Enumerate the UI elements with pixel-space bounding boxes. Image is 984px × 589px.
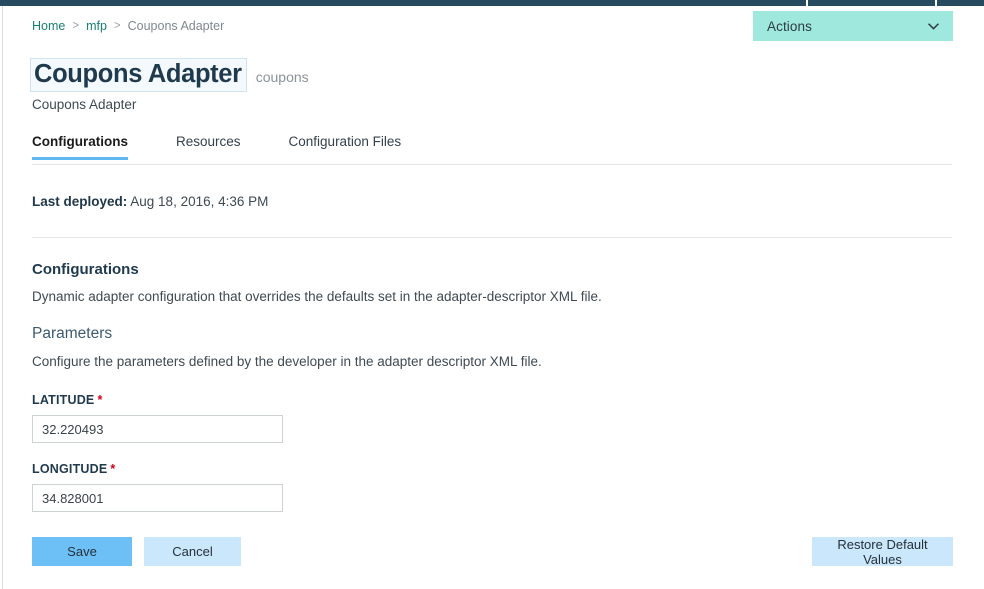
latitude-label: LATITUDE * xyxy=(32,393,103,407)
top-app-bar xyxy=(0,0,984,6)
section-title: Configurations xyxy=(32,261,139,278)
tab-bar: Configurations Resources Configuration F… xyxy=(32,134,401,160)
breadcrumb: Home > mfp > Coupons Adapter xyxy=(32,19,224,33)
tab-bar-underline xyxy=(32,164,952,165)
page-title-subtitle: coupons xyxy=(255,69,309,85)
latitude-label-text: LATITUDE xyxy=(32,393,95,407)
longitude-input[interactable] xyxy=(32,484,283,512)
topbar-segment xyxy=(0,0,806,6)
parameters-title: Parameters xyxy=(32,325,113,342)
chevron-down-icon xyxy=(928,22,939,30)
tab-resources[interactable]: Resources xyxy=(176,134,241,160)
topbar-segment xyxy=(808,0,935,6)
parameters-description: Configure the parameters defined by the … xyxy=(32,354,542,369)
content-left-border xyxy=(2,6,3,589)
breadcrumb-separator: > xyxy=(72,20,80,32)
last-deployed-row: Last deployed: Aug 18, 2016, 4:36 PM xyxy=(32,194,268,209)
page-title[interactable]: Coupons Adapter xyxy=(30,58,247,93)
page-title-row: Coupons Adapter coupons xyxy=(30,58,309,93)
actions-dropdown-button[interactable]: Actions xyxy=(753,11,953,41)
actions-dropdown-label: Actions xyxy=(767,18,812,34)
last-deployed-label: Last deployed: xyxy=(32,194,128,209)
breadcrumb-item-current: Coupons Adapter xyxy=(127,19,225,33)
breadcrumb-item-home[interactable]: Home xyxy=(32,19,65,33)
required-asterisk: * xyxy=(97,393,103,407)
breadcrumb-separator: > xyxy=(113,20,121,32)
latitude-input[interactable] xyxy=(32,415,283,443)
topbar-segment xyxy=(937,0,984,6)
longitude-label: LONGITUDE * xyxy=(32,462,116,476)
required-asterisk: * xyxy=(110,462,116,476)
tab-configuration-files[interactable]: Configuration Files xyxy=(289,134,402,160)
last-deployed-value: Aug 18, 2016, 4:36 PM xyxy=(130,194,269,209)
longitude-label-text: LONGITUDE xyxy=(32,462,108,476)
section-divider xyxy=(32,237,952,238)
page-description: Coupons Adapter xyxy=(32,97,137,112)
breadcrumb-item-mfp[interactable]: mfp xyxy=(86,19,107,33)
cancel-button[interactable]: Cancel xyxy=(144,537,241,566)
restore-default-values-button[interactable]: Restore Default Values xyxy=(812,537,953,567)
section-description: Dynamic adapter configuration that overr… xyxy=(32,289,602,304)
save-button[interactable]: Save xyxy=(32,537,132,566)
tab-configurations[interactable]: Configurations xyxy=(32,134,128,160)
